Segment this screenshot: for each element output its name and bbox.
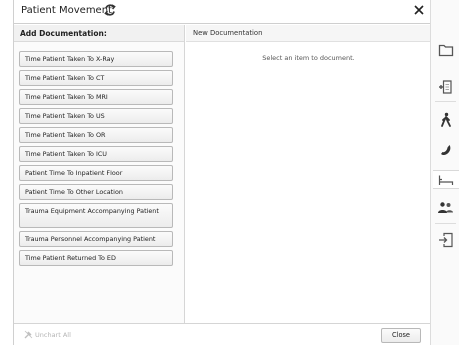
doc-item-inpatient-floor[interactable]: Patient Time To Inpatient Floor [19, 165, 173, 181]
doc-item-ct[interactable]: Time Patient Taken To CT [19, 70, 173, 86]
doc-item-us[interactable]: Time Patient Taken To US [19, 108, 173, 124]
close-button[interactable]: Close [381, 328, 421, 343]
doc-item-trauma-equipment[interactable]: Trauma Equipment Accompanying Patient [19, 203, 173, 228]
login-icon[interactable] [436, 230, 455, 249]
new-documentation-header: New Documentation [186, 25, 431, 42]
refresh-icon[interactable] [103, 3, 117, 17]
folder-icon[interactable] [436, 40, 455, 59]
doc-item-returned-to-ed[interactable]: Time Patient Returned To ED [19, 250, 173, 266]
doc-item-mri[interactable]: Time Patient Taken To MRI [19, 89, 173, 105]
unchart-all-button[interactable]: Unchart All [24, 330, 71, 339]
unchart-all-label: Unchart All [35, 330, 71, 339]
toolbar-divider [435, 101, 456, 102]
doc-item-trauma-personnel[interactable]: Trauma Personnel Accompanying Patient [19, 231, 173, 247]
close-icon[interactable] [413, 4, 425, 16]
side-toolbar [430, 0, 459, 345]
walking-person-icon[interactable] [436, 110, 455, 129]
doc-item-other-location[interactable]: Patient Time To Other Location [19, 184, 173, 200]
dialog-titlebar: Patient Movement [14, 0, 431, 24]
people-icon[interactable] [436, 198, 455, 217]
patient-movement-dialog: Patient Movement Add Documentation: Time… [13, 0, 431, 345]
add-document-icon[interactable] [436, 77, 455, 96]
add-documentation-panel: Add Documentation: Time Patient Taken To… [14, 25, 185, 323]
toolbar-divider [435, 223, 456, 224]
dialog-title: Patient Movement [21, 5, 112, 16]
doc-item-xray[interactable]: Time Patient Taken To X-Ray [19, 51, 173, 67]
unchart-icon [24, 330, 33, 339]
phone-icon[interactable] [436, 140, 455, 159]
doc-item-icu[interactable]: Time Patient Taken To ICU [19, 146, 173, 162]
documentation-list: Time Patient Taken To X-Ray Time Patient… [19, 51, 179, 269]
add-documentation-header: Add Documentation: [14, 25, 184, 42]
empty-state-message: Select an item to document. [262, 54, 355, 62]
dialog-footer: Unchart All Close [14, 323, 431, 345]
bed-icon[interactable] [433, 170, 459, 189]
new-documentation-panel: New Documentation Select an item to docu… [186, 25, 431, 323]
doc-item-or[interactable]: Time Patient Taken To OR [19, 127, 173, 143]
